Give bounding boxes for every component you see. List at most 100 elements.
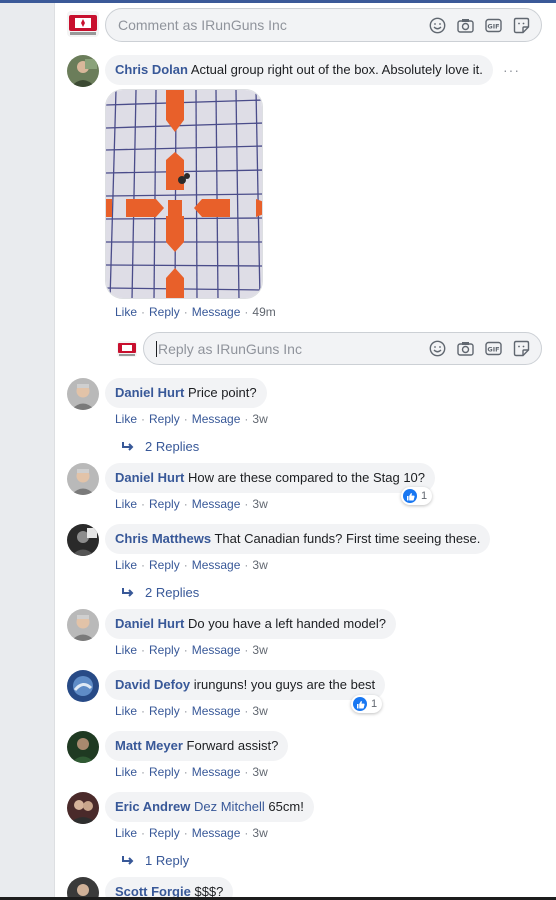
comment-time[interactable]: 3w <box>252 497 267 511</box>
comment-bubble: Chris Matthews That Canadian funds? Firs… <box>105 524 491 554</box>
comment-text: Actual group right out of the box. Absol… <box>190 62 483 77</box>
comment-actions: Like · Reply · Message · 49m <box>115 305 276 319</box>
comment-bubble: David Defoy irunguns! you guys are the b… <box>105 670 386 700</box>
avatar[interactable] <box>67 55 99 87</box>
comment-bubble: Chris Dolan Actual group right out of th… <box>105 55 493 85</box>
reply-link[interactable]: Reply <box>149 704 180 718</box>
comment-time[interactable]: 49m <box>252 305 275 319</box>
sticker-icon[interactable] <box>512 339 531 358</box>
top-border <box>0 0 556 3</box>
reply-input[interactable]: Reply as IRunGuns Inc GIF <box>143 332 542 365</box>
comment-actions: Like · Reply · Message · 3w <box>115 704 268 718</box>
comment-text: irunguns! you guys are the best <box>193 677 376 692</box>
like-link[interactable]: Like <box>115 305 137 319</box>
avatar[interactable] <box>67 463 99 495</box>
comment-author[interactable]: Chris Matthews <box>115 531 211 546</box>
like-link[interactable]: Like <box>115 765 137 779</box>
comment-mention[interactable]: Dez Mitchell <box>194 799 265 814</box>
reply-link[interactable]: Reply <box>149 826 180 840</box>
message-link[interactable]: Message <box>192 643 241 657</box>
gif-icon[interactable]: GIF <box>484 339 503 358</box>
like-link[interactable]: Like <box>115 826 137 840</box>
comment-bubble: Daniel Hurt How are these compared to th… <box>105 463 436 493</box>
comment-bubble: Daniel Hurt Do you have a left handed mo… <box>105 609 396 639</box>
view-replies-link[interactable]: 1 Reply <box>121 853 189 868</box>
like-link[interactable]: Like <box>115 412 137 426</box>
reaction-number: 1 <box>421 490 428 502</box>
comment-photo[interactable] <box>105 89 263 299</box>
reply-input-placeholder: Reply as IRunGuns Inc <box>156 340 428 357</box>
message-link[interactable]: Message <box>192 412 241 426</box>
like-link[interactable]: Like <box>115 704 137 718</box>
comment-time[interactable]: 3w <box>252 558 267 572</box>
comment-author[interactable]: Matt Meyer <box>115 738 183 753</box>
comment-author[interactable]: Daniel Hurt <box>115 616 184 631</box>
comment-actions: Like · Reply · Message · 3w <box>115 643 268 657</box>
page-avatar <box>67 11 99 37</box>
like-link[interactable]: Like <box>115 643 137 657</box>
svg-text:GIF: GIF <box>487 345 499 353</box>
reply-link[interactable]: Reply <box>149 765 180 779</box>
comment-text: How are these compared to the Stag 10? <box>187 470 426 485</box>
sticker-icon[interactable] <box>512 16 531 35</box>
reaction-number: 1 <box>371 698 378 710</box>
message-link[interactable]: Message <box>192 305 241 319</box>
reply-link[interactable]: Reply <box>149 412 180 426</box>
comment-input[interactable]: Comment as IRunGuns Inc GIF <box>105 8 542 42</box>
reply-arrow-icon <box>122 441 134 451</box>
reply-link[interactable]: Reply <box>149 558 180 572</box>
avatar[interactable] <box>67 731 99 763</box>
comment-author[interactable]: David Defoy <box>115 677 190 692</box>
comment-input-placeholder: Comment as IRunGuns Inc <box>118 17 287 33</box>
message-link[interactable]: Message <box>192 765 241 779</box>
comment-actions: Like · Reply · Message · 3w <box>115 765 268 779</box>
comment-text: Price point? <box>187 385 257 400</box>
message-link[interactable]: Message <box>192 704 241 718</box>
left-gutter <box>0 3 55 897</box>
more-options-icon[interactable]: ··· <box>503 62 520 78</box>
camera-icon[interactable] <box>456 16 475 35</box>
emoji-icon[interactable] <box>428 16 447 35</box>
emoji-icon[interactable] <box>428 339 447 358</box>
reply-arrow-icon <box>122 587 134 597</box>
like-link[interactable]: Like <box>115 558 137 572</box>
like-link[interactable]: Like <box>115 497 137 511</box>
avatar[interactable] <box>67 609 99 641</box>
avatar[interactable] <box>67 378 99 410</box>
comment-time[interactable]: 3w <box>252 826 267 840</box>
svg-text:GIF: GIF <box>487 22 499 30</box>
comment-author[interactable]: Chris Dolan <box>115 62 188 77</box>
replies-count: 1 Reply <box>145 853 190 868</box>
comment-time[interactable]: 3w <box>252 412 267 426</box>
reply-arrow-icon <box>122 855 134 865</box>
comment-time[interactable]: 3w <box>252 765 267 779</box>
message-link[interactable]: Message <box>192 826 241 840</box>
comment-actions: Like · Reply · Message · 3w <box>115 412 268 426</box>
like-reaction-icon <box>403 489 417 503</box>
comment-text: Forward assist? <box>186 738 279 753</box>
avatar[interactable] <box>67 670 99 702</box>
reaction-count[interactable]: 1 <box>351 695 383 713</box>
reply-link[interactable]: Reply <box>149 497 180 511</box>
avatar[interactable] <box>67 792 99 824</box>
comment-author[interactable]: Daniel Hurt <box>115 385 184 400</box>
comment-time[interactable]: 3w <box>252 704 267 718</box>
gif-icon[interactable]: GIF <box>484 16 503 35</box>
comment-bubble: Daniel Hurt Price point? <box>105 378 267 408</box>
comment-text: 65cm! <box>268 799 304 814</box>
reaction-count[interactable]: 1 <box>401 487 433 505</box>
comment-bubble: Matt Meyer Forward assist? <box>105 731 289 761</box>
camera-icon[interactable] <box>456 339 475 358</box>
comment-actions: Like · Reply · Message · 3w <box>115 558 268 572</box>
message-link[interactable]: Message <box>192 558 241 572</box>
message-link[interactable]: Message <box>192 497 241 511</box>
comment-author[interactable]: Eric Andrew <box>115 799 190 814</box>
avatar[interactable] <box>67 524 99 556</box>
view-replies-link[interactable]: 2 Replies <box>121 585 199 600</box>
view-replies-link[interactable]: 2 Replies <box>121 439 199 454</box>
comment-bubble: Eric Andrew Dez Mitchell 65cm! <box>105 792 314 822</box>
comment-time[interactable]: 3w <box>252 643 267 657</box>
reply-link[interactable]: Reply <box>149 305 180 319</box>
comment-author[interactable]: Daniel Hurt <box>115 470 184 485</box>
reply-link[interactable]: Reply <box>149 643 180 657</box>
